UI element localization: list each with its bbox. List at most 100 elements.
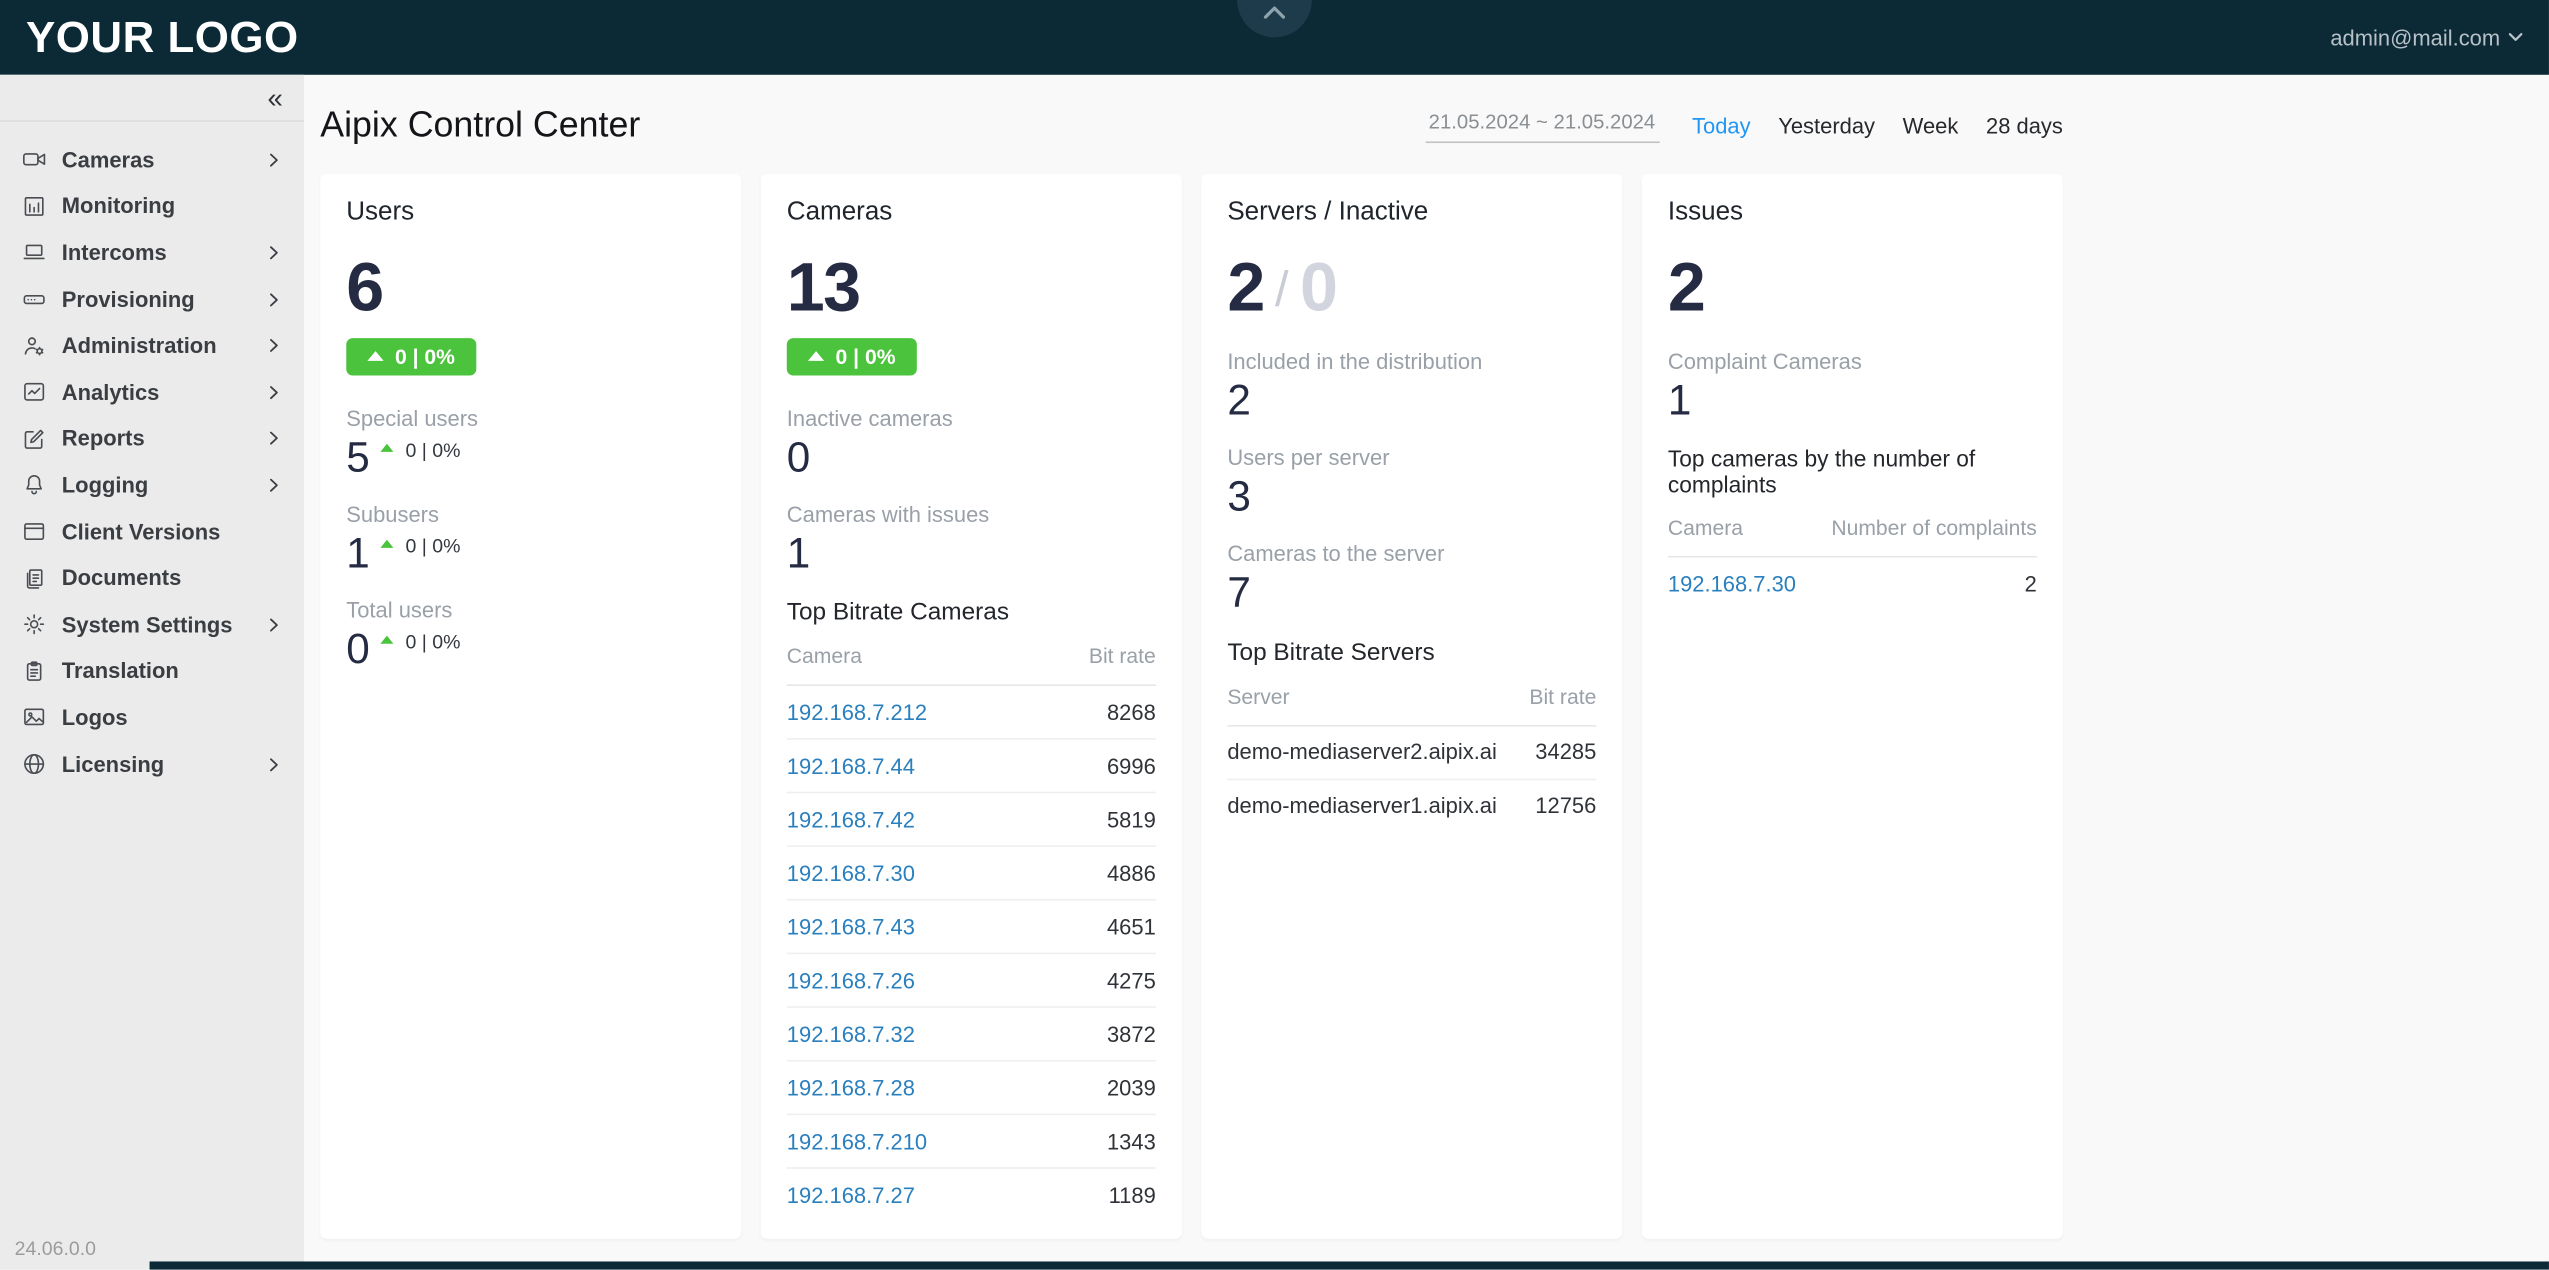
sidebar-item-analytics[interactable]: Analytics: [0, 369, 304, 415]
sidebar-item-system-settings[interactable]: System Settings: [0, 601, 304, 647]
stat-total-users: Total users 0 0 | 0%: [346, 599, 715, 673]
sidebar-item-cameras[interactable]: Cameras: [0, 137, 304, 183]
camera-link[interactable]: 192.168.7.210: [787, 1130, 927, 1154]
sidebar-item-monitoring[interactable]: Monitoring: [0, 183, 304, 229]
servers-card: Servers / Inactive 2 / 0 Included in the…: [1201, 174, 1622, 1239]
logging-icon: [21, 472, 47, 498]
servers-active-value: 2: [1227, 257, 1263, 318]
user-menu[interactable]: admin@mail.com: [2330, 25, 2523, 49]
sidebar-item-reports[interactable]: Reports: [0, 415, 304, 461]
camera-link[interactable]: 192.168.7.32: [787, 1022, 915, 1046]
camera-link[interactable]: 192.168.7.30: [787, 861, 915, 885]
complaint-cameras-table: CameraNumber of complaints 192.168.7.30 …: [1668, 515, 2037, 609]
issues-card: Issues 2 Complaint Cameras 1 Top cameras…: [1642, 174, 2063, 1239]
triangle-up-icon: [367, 352, 383, 362]
filter-28-days[interactable]: 28 days: [1986, 113, 2063, 137]
stat-subusers: Subusers 1 0 | 0%: [346, 502, 715, 576]
stat-cameras-to-the-server: Cameras to the server 7: [1227, 542, 1596, 616]
server-name: demo-mediaserver2.aipix.ai: [1227, 740, 1497, 764]
table-row: 192.168.7.27 1189: [787, 1169, 1156, 1221]
bitrate-value: 1343: [1107, 1130, 1156, 1154]
bitrate-value: 2039: [1107, 1076, 1156, 1100]
table-row: demo-mediaserver1.aipix.ai 12756: [1227, 780, 1596, 832]
triangle-up-icon: [808, 352, 824, 362]
sidebar-item-client-versions[interactable]: Client Versions: [0, 508, 304, 554]
users-trend-badge: 0 | 0%: [346, 338, 476, 375]
date-filters: Today Yesterday Week 28 days: [1692, 113, 2063, 137]
stat-users-per-server: Users per server 3: [1227, 446, 1596, 520]
filter-today[interactable]: Today: [1692, 113, 1751, 137]
reports-icon: [21, 426, 47, 452]
logo: YOUR LOGO: [26, 12, 299, 62]
cameras-total-value: 13: [787, 257, 860, 318]
table-row: 192.168.7.44 6996: [787, 740, 1156, 794]
table-row: 192.168.7.30 2: [1668, 558, 2037, 610]
camera-link[interactable]: 192.168.7.43: [787, 915, 915, 939]
chevron-right-icon: [265, 430, 283, 448]
sidebar-item-licensing[interactable]: Licensing: [0, 741, 304, 787]
triangle-up-icon: [381, 540, 394, 548]
table-row: 192.168.7.42 5819: [787, 794, 1156, 848]
collapse-header-button[interactable]: [1237, 0, 1312, 37]
table-row: 192.168.7.212 8268: [787, 687, 1156, 741]
stat-included-in-the-distribution: Included in the distribution 2: [1227, 349, 1596, 423]
table-title: Top Bitrate Cameras: [787, 599, 1156, 627]
stat-complaint-cameras: Complaint Cameras 1: [1668, 349, 2037, 423]
date-controls: Today Yesterday Week 28 days: [1425, 107, 2062, 143]
page-title: Aipix Control Center: [320, 104, 640, 146]
chevron-right-icon: [265, 244, 283, 262]
stat-cameras-with-issues: Cameras with issues 1: [787, 502, 1156, 576]
monitoring-icon: [21, 193, 47, 219]
filter-yesterday[interactable]: Yesterday: [1778, 113, 1875, 137]
top-bitrate-cameras-table: CameraBit rate 192.168.7.212 8268 192.16…: [787, 644, 1156, 1221]
sidebar-item-documents[interactable]: Documents: [0, 555, 304, 601]
sidebar-item-administration[interactable]: Administration: [0, 322, 304, 368]
provisioning-icon: [21, 286, 47, 312]
camera-link[interactable]: 192.168.7.27: [787, 1183, 915, 1207]
table-header: CameraBit rate: [787, 644, 1156, 686]
sidebar: « Cameras Monitoring Intercoms Provision…: [0, 75, 304, 1270]
card-title: Users: [346, 198, 715, 227]
filter-week[interactable]: Week: [1903, 113, 1959, 137]
bottom-scrollbar[interactable]: [150, 1261, 2549, 1269]
client-versions-icon: [21, 519, 47, 545]
app: YOUR LOGO admin@mail.com « Cameras Monit…: [0, 0, 2549, 1270]
card-title: Cameras: [787, 198, 1156, 227]
bitrate-value: 34285: [1535, 740, 1596, 764]
camera-link[interactable]: 192.168.7.26: [787, 969, 915, 993]
system-settings-icon: [21, 612, 47, 638]
bitrate-value: 4275: [1107, 969, 1156, 993]
triangle-up-icon: [381, 636, 394, 644]
licensing-icon: [21, 751, 47, 777]
camera-link[interactable]: 192.168.7.44: [787, 754, 915, 778]
documents-icon: [21, 565, 47, 591]
camera-link[interactable]: 192.168.7.212: [787, 700, 927, 724]
bitrate-value: 5819: [1107, 808, 1156, 832]
issues-stats: Complaint Cameras 1: [1668, 349, 2037, 423]
stat-inactive-cameras: Inactive cameras 0: [787, 406, 1156, 480]
chevron-down-icon: [2508, 33, 2523, 43]
camera-link[interactable]: 192.168.7.30: [1668, 572, 1796, 596]
date-range-input[interactable]: [1425, 107, 1659, 143]
sidebar-nav: Cameras Monitoring Intercoms Provisionin…: [0, 122, 304, 787]
sidebar-item-logos[interactable]: Logos: [0, 694, 304, 740]
chevron-right-icon: [265, 383, 283, 401]
chevron-right-icon: [265, 616, 283, 634]
stat-special-users: Special users 5 0 | 0%: [346, 406, 715, 480]
camera-link[interactable]: 192.168.7.28: [787, 1076, 915, 1100]
table-row: 192.168.7.32 3872: [787, 1009, 1156, 1063]
analytics-icon: [21, 379, 47, 405]
sidebar-item-intercoms[interactable]: Intercoms: [0, 230, 304, 276]
sidebar-collapse-button[interactable]: «: [267, 84, 282, 112]
table-header: CameraNumber of complaints: [1668, 515, 2037, 557]
camera-link[interactable]: 192.168.7.42: [787, 808, 915, 832]
card-title: Issues: [1668, 198, 2037, 227]
table-row: 192.168.7.26 4275: [787, 955, 1156, 1009]
chevron-right-icon: [265, 755, 283, 773]
chevron-right-icon: [265, 476, 283, 494]
sidebar-item-provisioning[interactable]: Provisioning: [0, 276, 304, 322]
sidebar-item-logging[interactable]: Logging: [0, 462, 304, 508]
version-label: 24.06.0.0: [15, 1237, 96, 1260]
servers-stats: Included in the distribution 2 Users per…: [1227, 349, 1596, 615]
sidebar-item-translation[interactable]: Translation: [0, 648, 304, 694]
